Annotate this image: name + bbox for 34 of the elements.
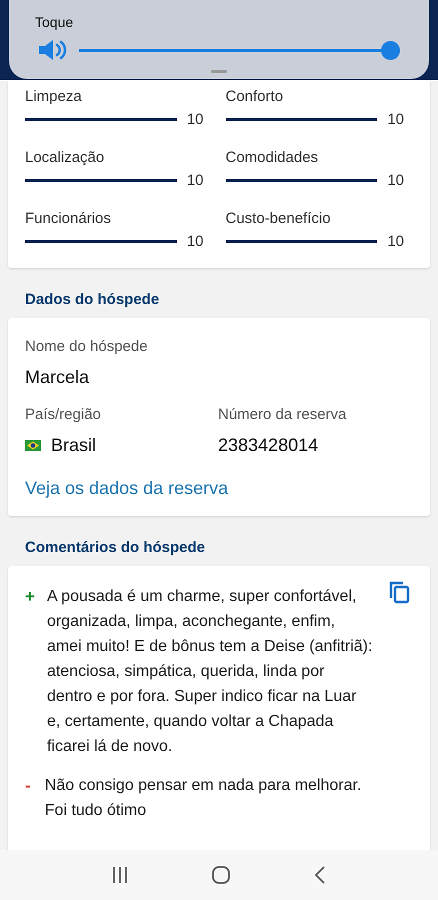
- score-value: 10: [387, 172, 404, 189]
- score-value: 10: [387, 111, 404, 128]
- back-icon[interactable]: [313, 865, 327, 885]
- score-value: 10: [186, 172, 204, 189]
- score-value: 10: [186, 111, 204, 128]
- comment-text: A pousada é um charme, super confortável, organizada, limpa, aconchegante, enfim, amei muito! E de bônus tem a Deise (anfitriã): atenciosa, simpática, querida, linda por dentro e por fora. Super indico ficar na Luar e, certamente, quando voltar a Chapada ficarei lá de novo.: [46, 587, 373, 757]
- copy-icon[interactable]: [388, 580, 410, 604]
- field-label: País/região: [25, 406, 102, 423]
- section-heading: Comentários do hóspede: [25, 539, 206, 556]
- field-label: Número da reserva: [218, 406, 348, 423]
- comment-text: Não consigo pensar em nada para melhorar. Foi tudo ótimo: [44, 776, 362, 821]
- score-label: Custo-benefício: [226, 210, 332, 227]
- score-label: Conforto: [226, 88, 284, 105]
- volume-label: Toque: [35, 14, 74, 30]
- comment-sign: +: [25, 586, 35, 608]
- flag-icon: [25, 440, 41, 451]
- guest-name: Marcela: [25, 367, 90, 388]
- speaker-icon[interactable]: [37, 38, 67, 62]
- guest-country: Brasil: [51, 435, 96, 456]
- score-label: Localização: [25, 149, 106, 166]
- booking-details-link[interactable]: Veja os dados da reserva: [25, 478, 413, 499]
- score-value: 10: [186, 233, 204, 250]
- volume-slider[interactable]: [79, 40, 401, 60]
- section-heading: Dados do hóspede: [25, 291, 160, 308]
- score-label: Limpeza: [25, 88, 83, 105]
- recent-apps-icon[interactable]: [111, 866, 129, 884]
- score-label: Funcionários: [25, 210, 112, 227]
- comment-sign: -: [25, 775, 32, 797]
- drag-handle[interactable]: [211, 70, 227, 73]
- booking-number: 2383428014: [218, 435, 320, 456]
- score-label: Comodidades: [226, 149, 320, 166]
- field-label: Nome do hóspede: [25, 338, 149, 355]
- score-value: 10: [387, 233, 404, 250]
- home-icon[interactable]: [211, 865, 231, 885]
